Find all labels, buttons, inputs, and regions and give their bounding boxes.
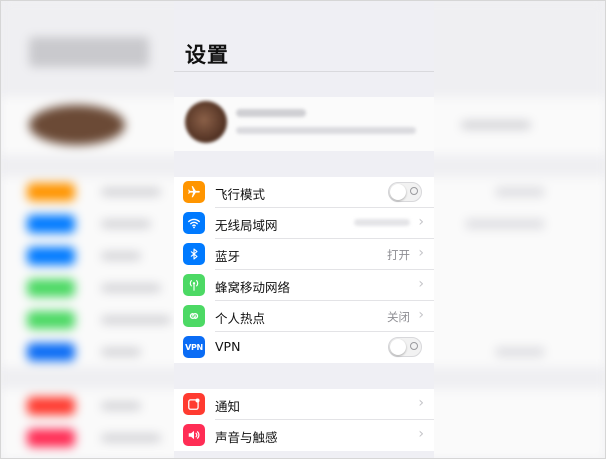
apple-id-profile-row[interactable] xyxy=(174,97,434,151)
notifications-group: 通知 › 声音与触感 › xyxy=(174,389,434,451)
page-title: 设置 xyxy=(185,43,229,67)
wifi-network-name-blurred xyxy=(354,219,410,226)
row-label: 蓝牙 xyxy=(215,249,241,264)
chevron-right-icon: › xyxy=(418,245,424,261)
title-divider xyxy=(174,71,434,72)
row-label: 个人热点 xyxy=(215,311,266,326)
vpn-toggle[interactable] xyxy=(388,337,422,357)
row-cellular[interactable]: 蜂窝移动网络 › xyxy=(174,270,434,301)
row-label: 蜂窝移动网络 xyxy=(215,280,291,295)
row-label: 通知 xyxy=(215,399,241,414)
notifications-icon xyxy=(183,393,205,415)
row-sounds-haptics[interactable]: 声音与触感 › xyxy=(174,420,434,451)
screenshot-frame: 设置 飞行模式 无线局域网 › 蓝牙 打开 › 蜂窝移动网络 › 个人热点 关闭… xyxy=(0,0,606,459)
profile-name-blurred xyxy=(236,109,306,117)
hotspot-icon xyxy=(183,305,205,327)
wifi-icon xyxy=(183,212,205,234)
row-label: VPN xyxy=(215,339,241,354)
bluetooth-icon xyxy=(183,243,205,265)
bluetooth-status-value: 打开 xyxy=(387,248,410,262)
chevron-right-icon: › xyxy=(418,276,424,292)
row-bluetooth[interactable]: 蓝牙 打开 › xyxy=(174,239,434,270)
airplane-mode-toggle[interactable] xyxy=(388,182,422,202)
chevron-right-icon: › xyxy=(418,395,424,411)
chevron-right-icon: › xyxy=(418,214,424,230)
settings-panel: 设置 飞行模式 无线局域网 › 蓝牙 打开 › 蜂窝移动网络 › 个人热点 关闭… xyxy=(174,1,434,458)
row-notifications[interactable]: 通知 › xyxy=(174,389,434,420)
row-wifi[interactable]: 无线局域网 › xyxy=(174,208,434,239)
row-label: 无线局域网 xyxy=(215,218,278,233)
chevron-right-icon: › xyxy=(418,426,424,442)
speaker-icon xyxy=(183,424,205,446)
cellular-icon xyxy=(183,274,205,296)
row-airplane-mode[interactable]: 飞行模式 xyxy=(174,177,434,208)
row-label: 飞行模式 xyxy=(215,187,266,202)
avatar xyxy=(185,101,227,143)
row-label: 声音与触感 xyxy=(215,430,278,445)
connectivity-group: 飞行模式 无线局域网 › 蓝牙 打开 › 蜂窝移动网络 › 个人热点 关闭 › … xyxy=(174,177,434,363)
chevron-right-icon: › xyxy=(418,307,424,323)
profile-subtitle-blurred xyxy=(236,127,416,134)
row-personal-hotspot[interactable]: 个人热点 关闭 › xyxy=(174,301,434,332)
hotspot-status-value: 关闭 xyxy=(387,310,410,324)
airplane-icon xyxy=(183,181,205,203)
vpn-icon: VPN xyxy=(183,336,205,358)
row-vpn[interactable]: VPN VPN xyxy=(174,332,434,363)
